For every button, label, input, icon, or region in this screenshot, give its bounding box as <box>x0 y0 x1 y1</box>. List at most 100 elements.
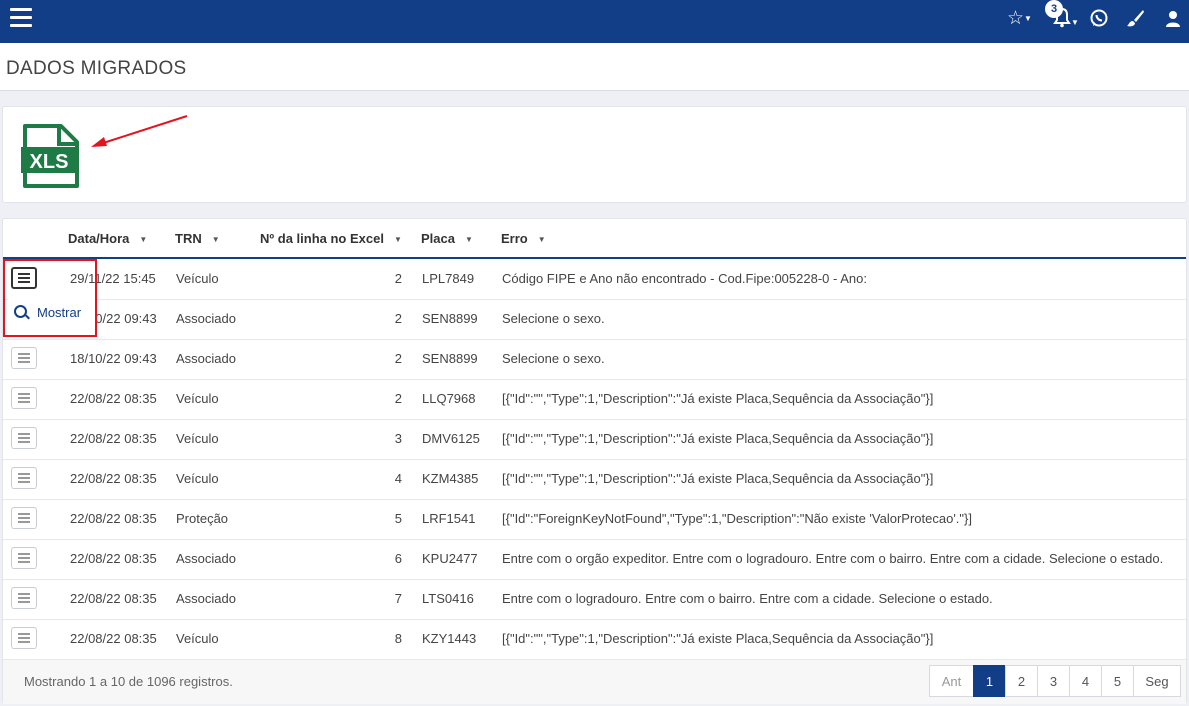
cell-trn: Proteção <box>176 511 229 526</box>
user-profile-icon[interactable] <box>1164 8 1182 34</box>
data-table-card: Data/Hora ▼ TRN ▼ Nº da linha no Excel ▼ Pl… <box>2 218 1187 704</box>
cell-error: Entre com o orgão expeditor. Entre com o… <box>502 551 1164 566</box>
cell-plate: LPL7849 <box>422 271 475 286</box>
cell-trn: Associado <box>176 311 236 326</box>
table-row: 22/08/22 08:35 Associado 7 LTS0416 Entre… <box>3 579 1186 620</box>
table-footer: Mostrando 1 a 10 de 1096 registros. Ant … <box>3 659 1186 704</box>
xls-export-button[interactable]: XLS <box>21 123 81 189</box>
sort-caret-icon: ▼ <box>211 235 220 245</box>
cell-trn: Associado <box>176 351 236 366</box>
cell-trn: Veículo <box>176 471 219 486</box>
whatsapp-icon[interactable] <box>1089 8 1109 34</box>
cell-plate: DMV6125 <box>422 431 480 446</box>
row-actions-button[interactable] <box>11 427 37 449</box>
sort-caret-icon: ▼ <box>139 235 148 245</box>
row-actions-button[interactable] <box>11 507 37 529</box>
column-header-plate[interactable]: Placa ▼ <box>421 231 473 246</box>
cell-excel-line: 2 <box>394 271 402 286</box>
cell-error: [{"Id":"","Type":1,"Description":"Já exi… <box>502 431 934 446</box>
cell-excel-line: 3 <box>394 431 402 446</box>
row-actions-button[interactable] <box>11 627 37 649</box>
sort-caret-icon: ▼ <box>537 235 546 245</box>
xls-label: XLS <box>30 151 69 173</box>
column-header-datetime[interactable]: Data/Hora ▼ <box>68 231 147 246</box>
cell-excel-line: 6 <box>394 551 402 566</box>
cell-excel-line: 8 <box>394 631 402 646</box>
cell-error: [{"Id":"","Type":1,"Description":"Já exi… <box>502 631 934 646</box>
cell-plate: LLQ7968 <box>422 391 476 406</box>
table-row: 22/08/22 08:35 Proteção 5 LRF1541 [{"Id"… <box>3 499 1186 540</box>
sort-caret-icon: ▼ <box>464 235 473 245</box>
cell-error: Selecione o sexo. <box>502 351 605 366</box>
table-row: 22/08/22 08:35 Veículo 2 LLQ7968 [{"Id":… <box>3 379 1186 420</box>
pagination-next[interactable]: Seg <box>1133 665 1181 697</box>
pagination-page-2[interactable]: 2 <box>1005 665 1038 697</box>
cell-error: [{"Id":"","Type":1,"Description":"Já exi… <box>502 391 934 406</box>
show-menu-label: Mostrar <box>37 305 82 320</box>
row-actions-button[interactable] <box>11 587 37 609</box>
red-annotation-arrow <box>91 115 188 147</box>
sort-caret-icon: ▼ <box>393 235 402 245</box>
table-row: 18/10/22 09:43 Associado 2 SEN8899 Selec… <box>3 339 1186 380</box>
cell-error: [{"Id":"","Type":1,"Description":"Já exi… <box>502 471 934 486</box>
cell-trn: Associado <box>176 591 236 606</box>
cell-plate: SEN8899 <box>422 311 478 326</box>
cell-excel-line: 2 <box>394 391 402 406</box>
table-row: 22/08/22 08:35 Veículo 4 KZM4385 [{"Id":… <box>3 459 1186 500</box>
search-icon <box>14 305 27 318</box>
table-row: 22/08/22 08:35 Veículo 8 KZY1443 [{"Id":… <box>3 619 1186 660</box>
cell-plate: SEN8899 <box>422 351 478 366</box>
cell-plate: LRF1541 <box>422 511 476 526</box>
paint-brush-icon[interactable] <box>1125 8 1145 34</box>
row-actions-dropdown: Mostrar <box>8 294 96 330</box>
cell-excel-line: 2 <box>394 311 402 326</box>
cell-error: Selecione o sexo. <box>502 311 605 326</box>
row-actions-button[interactable] <box>11 267 37 289</box>
pagination-page-5[interactable]: 5 <box>1101 665 1134 697</box>
cell-excel-line: 4 <box>394 471 402 486</box>
column-header-excel-line[interactable]: Nº da linha no Excel ▼ <box>260 231 402 246</box>
cell-datetime: 22/08/22 08:35 <box>70 591 157 606</box>
table-header: Data/Hora ▼ TRN ▼ Nº da linha no Excel ▼ Pl… <box>3 219 1186 259</box>
column-header-error[interactable]: Erro ▼ <box>501 231 546 246</box>
cell-error: Código FIPE e Ano não encontrado - Cod.F… <box>502 271 867 286</box>
pagination-prev[interactable]: Ant <box>929 665 974 697</box>
records-info: Mostrando 1 a 10 de 1096 registros. <box>24 674 233 689</box>
row-actions-button[interactable] <box>11 347 37 369</box>
cell-trn: Veículo <box>176 631 219 646</box>
table-row: 22/08/22 08:35 Veículo 3 DMV6125 [{"Id":… <box>3 419 1186 460</box>
cell-error: [{"Id":"ForeignKeyNotFound","Type":1,"De… <box>502 511 972 526</box>
favorites-star-icon[interactable]: ☆▼ <box>1007 8 1032 30</box>
cell-datetime: 29/11/22 15:45 <box>70 271 156 286</box>
cell-excel-line: 5 <box>394 511 402 526</box>
cell-trn: Veículo <box>176 391 219 406</box>
row-actions-button[interactable] <box>11 387 37 409</box>
row-actions-button[interactable] <box>11 547 37 569</box>
table-row: 29/11/22 15:45 Veículo 2 LPL7849 Código … <box>3 259 1186 300</box>
cell-datetime: 22/08/22 08:35 <box>70 391 157 406</box>
cell-datetime: 22/08/22 08:35 <box>70 551 157 566</box>
table-row: 22/08/22 08:35 Associado 6 KPU2477 Entre… <box>3 539 1186 580</box>
cell-trn: Veículo <box>176 271 219 286</box>
notification-count-badge: 3 <box>1045 0 1063 18</box>
page-header: DADOS MIGRADOS <box>0 43 1189 91</box>
table-row: 18/10/22 09:43 Associado 2 SEN8899 Selec… <box>3 299 1186 340</box>
pagination-page-3[interactable]: 3 <box>1037 665 1070 697</box>
top-navbar: ☆▼ ▼ 3 <box>0 0 1189 43</box>
pagination-page-1[interactable]: 1 <box>973 665 1006 697</box>
cell-plate: LTS0416 <box>422 591 474 606</box>
cell-datetime: 22/08/22 08:35 <box>70 471 157 486</box>
cell-excel-line: 2 <box>394 351 402 366</box>
cell-error: Entre com o logradouro. Entre com o bair… <box>502 591 993 606</box>
pagination-page-4[interactable]: 4 <box>1069 665 1102 697</box>
cell-datetime: 22/08/22 08:35 <box>70 431 157 446</box>
cell-datetime: 22/08/22 08:35 <box>70 631 157 646</box>
cell-trn: Veículo <box>176 431 219 446</box>
cell-datetime: 22/08/22 08:35 <box>70 511 157 526</box>
column-header-trn[interactable]: TRN ▼ <box>175 231 220 246</box>
cell-excel-line: 7 <box>394 591 402 606</box>
menu-icon[interactable] <box>10 8 32 28</box>
page-title: DADOS MIGRADOS <box>6 58 187 79</box>
cell-plate: KPU2477 <box>422 551 478 566</box>
row-actions-button[interactable] <box>11 467 37 489</box>
